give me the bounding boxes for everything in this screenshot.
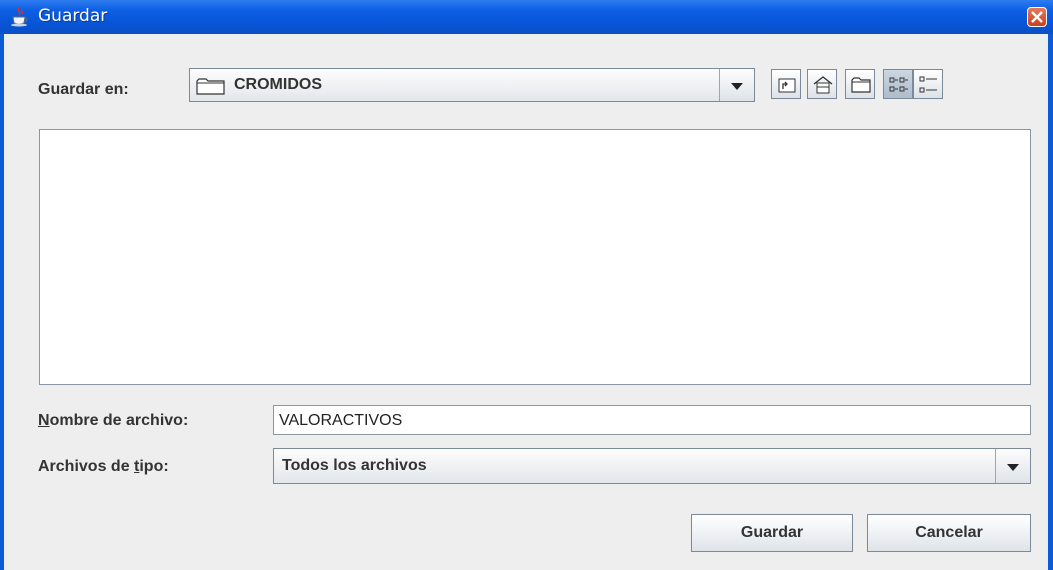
up-folder-icon	[778, 78, 796, 93]
java-cup-icon	[11, 7, 28, 27]
new-folder-icon	[851, 77, 871, 93]
details-view-icon	[919, 76, 937, 93]
save-in-label: Guardar en:	[38, 81, 129, 98]
title-bar[interactable]: Guardar	[0, 0, 1053, 34]
dialog-body: Guardar en: CROMIDOS Nombre de archivo: …	[4, 34, 1048, 570]
list-view-icon	[889, 77, 908, 92]
save-dialog: Guardar Guardar en: CROMIDOS Nombre de a…	[0, 0, 1053, 570]
file-type-selected: Todos los archivos	[282, 457, 427, 474]
chevron-down-icon[interactable]	[719, 69, 754, 101]
save-button[interactable]: Guardar	[691, 514, 853, 552]
chevron-down-icon[interactable]	[995, 449, 1030, 483]
home-icon	[813, 76, 833, 94]
cancel-button[interactable]: Cancelar	[867, 514, 1031, 552]
close-icon	[1031, 11, 1043, 23]
list-view-button[interactable]	[883, 69, 913, 99]
save-in-combo[interactable]: CROMIDOS	[189, 68, 755, 102]
up-one-level-button[interactable]	[771, 69, 801, 99]
file-list[interactable]	[39, 129, 1031, 385]
file-type-combo[interactable]: Todos los archivos	[273, 448, 1031, 484]
new-folder-button[interactable]	[845, 69, 875, 99]
home-button[interactable]	[807, 69, 837, 99]
current-folder: CROMIDOS	[234, 76, 322, 93]
close-button[interactable]	[1027, 7, 1047, 27]
details-view-button[interactable]	[913, 69, 943, 99]
file-name-input[interactable]: VALORACTIVOS	[273, 405, 1031, 435]
file-name-label: Nombre de archivo:	[38, 412, 189, 429]
window-title: Guardar	[38, 6, 108, 26]
folder-icon	[196, 78, 225, 95]
file-type-label: Archivos de tipo:	[38, 458, 169, 475]
